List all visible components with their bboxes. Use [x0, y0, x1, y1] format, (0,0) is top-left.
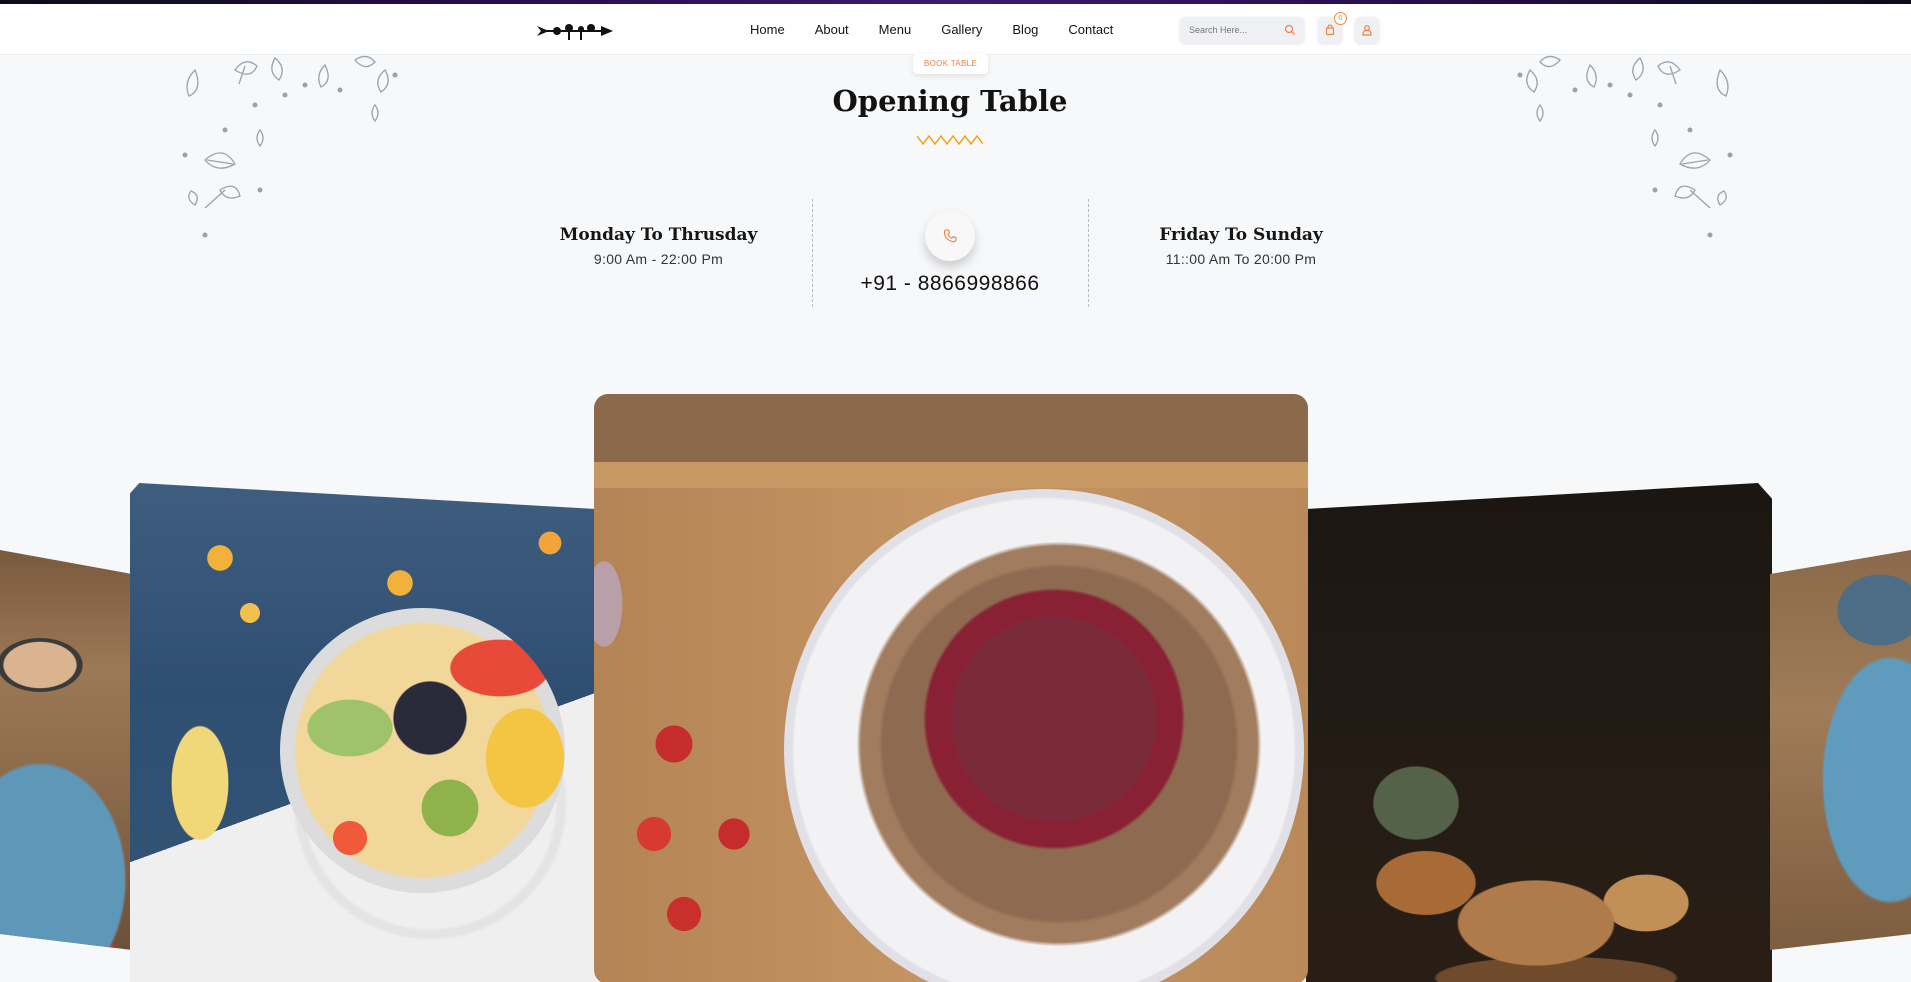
nav-menu[interactable]: Menu	[879, 22, 912, 37]
nav-blog[interactable]: Blog	[1012, 22, 1038, 37]
divider-right	[1088, 199, 1089, 307]
berry-pancakes-photo[interactable]	[594, 394, 1308, 982]
phone-icon	[943, 229, 957, 243]
nav-gallery[interactable]: Gallery	[941, 22, 982, 37]
cart-icon	[1325, 24, 1335, 36]
logo-icon[interactable]	[535, 20, 615, 42]
banana-shape	[145, 698, 255, 868]
weekend-title: Friday To Sunday	[1159, 225, 1323, 245]
nav-home[interactable]: Home	[750, 22, 785, 37]
weekday-hours: Monday To Thrusday 9:00 Am - 22:00 Pm	[540, 225, 777, 267]
section-tag: BOOK TABLE	[913, 54, 988, 74]
gallery-carousel	[0, 390, 1911, 982]
search-box	[1180, 17, 1304, 43]
section-title: Opening Table	[832, 84, 1068, 118]
cart-count-badge: 0	[1334, 12, 1347, 25]
gallery-image-edge-left[interactable]	[0, 550, 132, 950]
bread-and-cheese-photo[interactable]	[1306, 483, 1772, 982]
search-input[interactable]	[1189, 21, 1284, 39]
pancake-plate-shape	[784, 489, 1304, 982]
nav-about[interactable]: About	[815, 22, 849, 37]
user-icon	[1362, 25, 1372, 36]
fruit-bowl-photo[interactable]	[130, 483, 596, 982]
weekend-hours: Friday To Sunday 11::00 Am To 20:00 Pm	[1125, 225, 1357, 267]
user-button[interactable]	[1355, 17, 1379, 43]
zigzag-divider-icon	[917, 134, 983, 146]
fruit-bowl-shape	[280, 608, 565, 893]
leaf-decoration-left-icon	[182, 55, 398, 238]
phone-number[interactable]: +91 - 8866998866	[800, 272, 1100, 296]
weekend-time: 11::00 Am To 20:00 Pm	[1165, 251, 1317, 267]
weekday-time: 9:00 Am - 22:00 Pm	[593, 251, 724, 267]
search-icon[interactable]	[1284, 24, 1296, 36]
leaf-decoration-right-icon	[1517, 55, 1733, 238]
nav-contact[interactable]: Contact	[1068, 22, 1113, 37]
navbar: Home About Menu Gallery Blog Contact 0	[0, 4, 1911, 55]
weekday-title: Monday To Thrusday	[559, 225, 758, 245]
gallery-image-edge-right[interactable]	[1770, 550, 1911, 950]
phone-button[interactable]	[925, 211, 975, 261]
main-nav: Home About Menu Gallery Blog Contact	[750, 4, 1143, 55]
